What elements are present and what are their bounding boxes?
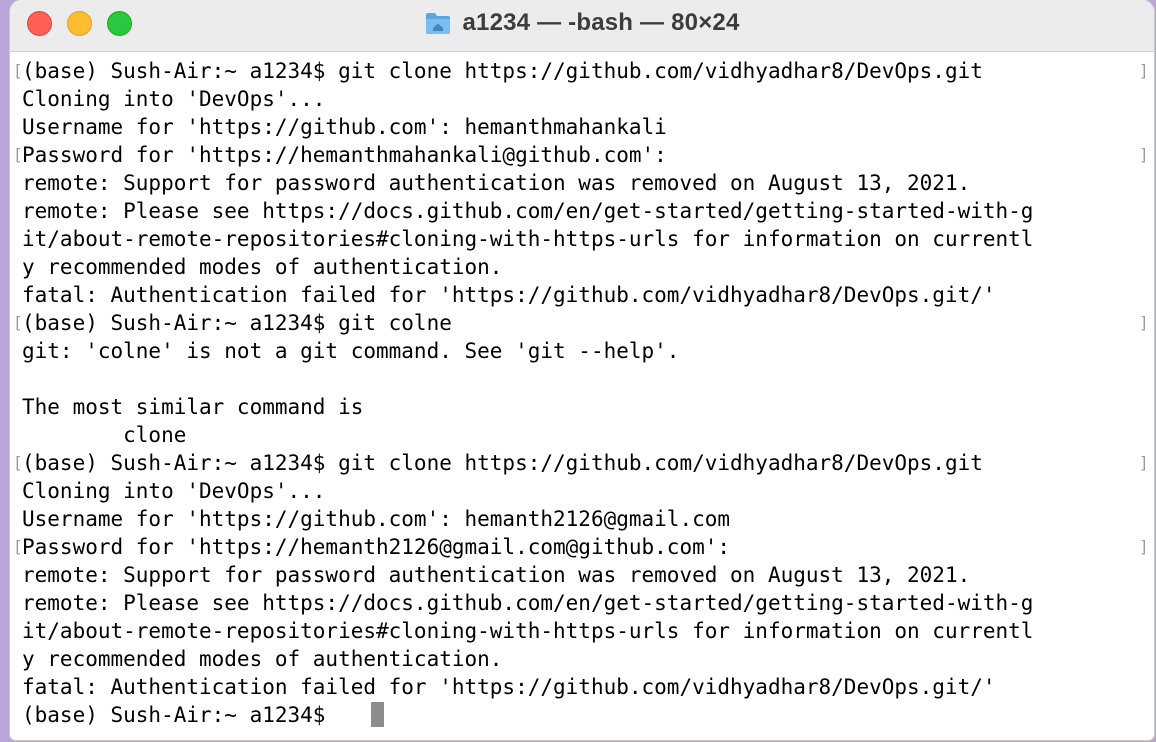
text-cursor [371, 702, 384, 727]
terminal-line: (base) Sush-Air:~ a1234$ git clone https… [22, 59, 983, 83]
terminal-line: remote: Please see https://docs.github.c… [22, 199, 1034, 223]
terminal-line: fatal: Authentication failed for 'https:… [22, 675, 996, 699]
terminal-window: a1234 — -bash — 80×24 (base) Sush-Air:~ … [10, 0, 1154, 740]
terminal-line: it/about-remote-repositories#cloning-wit… [22, 619, 1034, 643]
terminal-line: The most similar command is [22, 395, 364, 419]
line-mark-left: [ [13, 537, 23, 556]
window-title-area: a1234 — -bash — 80×24 [10, 0, 1154, 46]
window-title: a1234 — -bash — 80×24 [462, 9, 740, 36]
terminal-line: y recommended modes of authentication. [22, 647, 503, 671]
line-mark-left: [ [13, 145, 23, 164]
line-mark-right: ] [1139, 453, 1149, 472]
line-mark-right: ] [1139, 61, 1149, 80]
terminal-line: Cloning into 'DevOps'... [22, 479, 326, 503]
terminal-line: remote: Support for password authenticat… [22, 563, 971, 587]
terminal-content[interactable]: (base) Sush-Air:~ a1234$ git clone https… [10, 53, 1154, 740]
terminal-line: remote: Support for password authenticat… [22, 171, 971, 195]
line-mark-right: ] [1139, 313, 1149, 332]
terminal-line: Password for 'https://hemanthmahankali@g… [22, 143, 667, 167]
terminal-line: git: 'colne' is not a git command. See '… [22, 339, 680, 363]
line-mark-right: ] [1139, 145, 1149, 164]
terminal-line: remote: Please see https://docs.github.c… [22, 591, 1034, 615]
terminal-line: fatal: Authentication failed for 'https:… [22, 283, 996, 307]
terminal-line: Username for 'https://github.com': heman… [22, 507, 731, 531]
terminal-line: Password for 'https://hemanth2126@gmail.… [22, 535, 731, 559]
title-bar[interactable]: a1234 — -bash — 80×24 [10, 0, 1154, 52]
line-mark-left: [ [13, 313, 23, 332]
terminal-line: Cloning into 'DevOps'... [22, 87, 326, 111]
line-mark-right: ] [1139, 537, 1149, 556]
line-mark-left: [ [13, 453, 23, 472]
terminal-line: y recommended modes of authentication. [22, 255, 503, 279]
terminal-line: (base) Sush-Air:~ a1234$ git colne [22, 311, 452, 335]
terminal-line: (base) Sush-Air:~ a1234$ [22, 703, 339, 727]
terminal-line: (base) Sush-Air:~ a1234$ git clone https… [22, 451, 983, 475]
terminal-line: Username for 'https://github.com': heman… [22, 115, 667, 139]
folder-home-icon [424, 9, 452, 37]
terminal-line: clone [22, 423, 187, 447]
line-mark-left: [ [13, 61, 23, 80]
terminal-line: it/about-remote-repositories#cloning-wit… [22, 227, 1034, 251]
